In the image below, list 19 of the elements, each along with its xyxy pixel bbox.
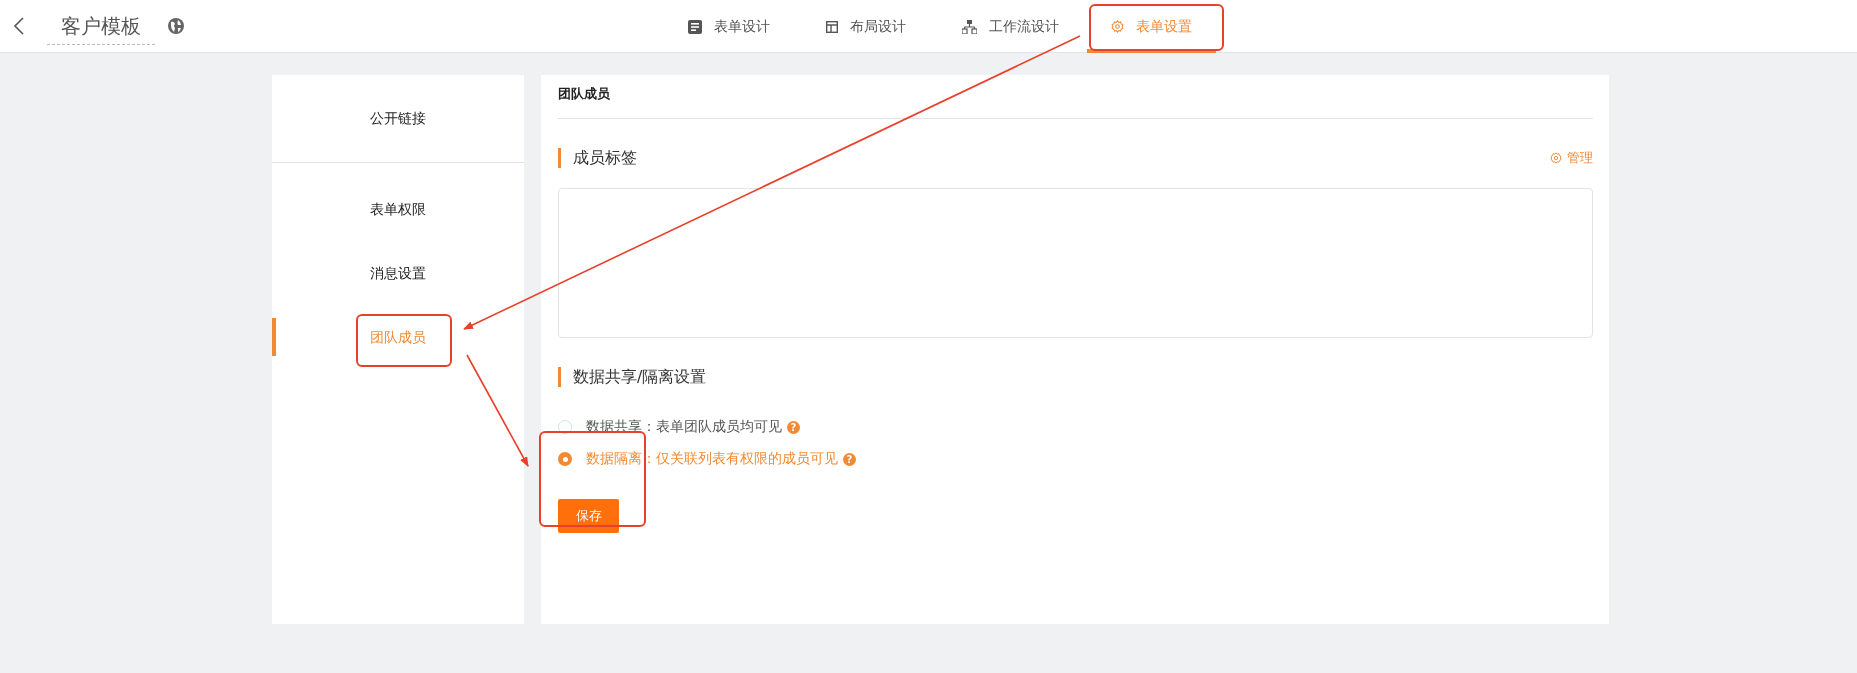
tab[interactable]: 表单设计 <box>660 0 798 53</box>
tab[interactable]: 布局设计 <box>798 0 934 53</box>
sidebar-item[interactable]: 公开链接 <box>272 98 524 139</box>
sidebar-item[interactable]: 消息设置 <box>272 242 524 306</box>
back-icon[interactable] <box>13 16 25 36</box>
layout-icon <box>826 20 838 33</box>
hierarchy-icon <box>962 19 977 34</box>
radio-button[interactable] <box>558 452 572 466</box>
panel-title: 团队成员 <box>558 75 1593 119</box>
section-title: 数据共享/隔离设置 <box>558 367 707 387</box>
section-title: 成员标签 <box>558 148 637 168</box>
page-title[interactable]: 客户模板 <box>47 13 155 45</box>
gear-icon <box>1550 152 1562 164</box>
tab[interactable]: 工作流设计 <box>934 0 1087 53</box>
form-icon <box>688 19 702 34</box>
active-indicator <box>272 318 276 356</box>
globe-icon[interactable] <box>167 17 185 35</box>
sidebar-item[interactable]: 表单权限 <box>272 178 524 242</box>
gear-icon <box>1111 20 1124 33</box>
